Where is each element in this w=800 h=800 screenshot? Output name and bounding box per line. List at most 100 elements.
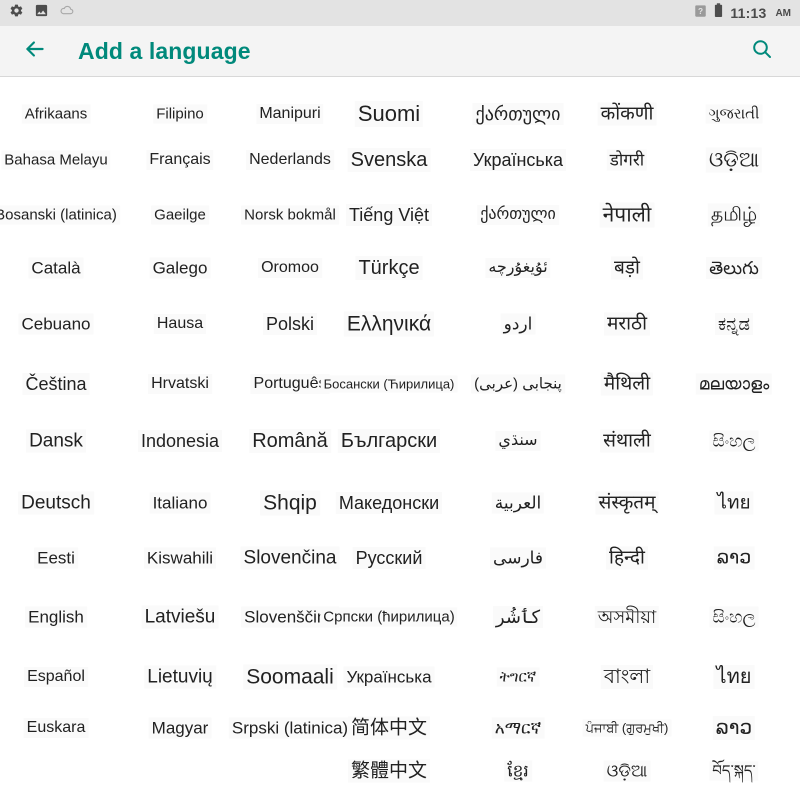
- language-list[interactable]: Afrikaans Bahasa Melayu Bosanski (latinica…: [0, 77, 800, 799]
- language-option[interactable]: ខ្មែរ: [504, 760, 532, 782]
- language-option[interactable]: اردو: [500, 313, 536, 335]
- language-option[interactable]: Srpski (latinica): [228, 717, 352, 739]
- language-option[interactable]: संथाली: [600, 429, 654, 453]
- unknown-signal-icon: ?: [694, 4, 707, 23]
- image-icon: [34, 3, 49, 23]
- language-option[interactable]: සිංහල: [709, 606, 759, 628]
- app-bar: Add a language: [0, 26, 800, 77]
- language-option[interactable]: Türkçe: [355, 256, 423, 280]
- language-option[interactable]: Босански (Ћирилица): [320, 375, 458, 393]
- language-option[interactable]: Català: [28, 257, 84, 279]
- language-option[interactable]: हिन्दी: [606, 546, 648, 570]
- language-option[interactable]: Polski: [262, 313, 318, 335]
- back-arrow-icon: [22, 36, 48, 67]
- language-option[interactable]: Deutsch: [18, 491, 94, 515]
- language-option[interactable]: فارسی: [490, 547, 546, 569]
- language-option[interactable]: Српски (ћирилица): [320, 607, 458, 627]
- cloud-icon: [59, 3, 74, 23]
- language-option[interactable]: Hausa: [153, 314, 207, 334]
- language-option[interactable]: ትግርኛ: [496, 667, 540, 687]
- language-option[interactable]: العربية: [491, 492, 545, 514]
- language-option[interactable]: 简体中文: [347, 716, 431, 740]
- language-option[interactable]: ລາວ: [713, 546, 755, 570]
- language-option[interactable]: नेपाली: [599, 202, 655, 228]
- language-option[interactable]: ਪੰਜਾਬੀ (ਗੁਰਮੁਖੀ): [582, 719, 672, 737]
- language-option[interactable]: Galego: [149, 257, 211, 279]
- language-option[interactable]: Română: [249, 429, 331, 453]
- language-option[interactable]: Ελληνικά: [343, 311, 435, 337]
- language-option[interactable]: कोंकणी: [597, 102, 657, 126]
- search-icon: [750, 37, 774, 66]
- page-title: Add a language: [78, 37, 251, 64]
- language-option[interactable]: বাংলা: [600, 665, 654, 689]
- language-option[interactable]: Oromoo: [258, 258, 322, 278]
- language-option[interactable]: Português: [250, 374, 330, 394]
- language-option[interactable]: Kiswahili: [143, 547, 217, 569]
- language-option[interactable]: Bosanski (latinica): [0, 205, 120, 225]
- language-option[interactable]: Español: [24, 667, 88, 687]
- language-option[interactable]: తెలుగు: [706, 257, 762, 279]
- language-option[interactable]: ქართული: [477, 205, 559, 225]
- language-option[interactable]: ไทย: [713, 665, 755, 689]
- language-option[interactable]: English: [25, 606, 87, 628]
- language-option[interactable]: བོད་སྐད་: [709, 761, 759, 781]
- language-option[interactable]: አማርኛ: [491, 717, 545, 739]
- language-option[interactable]: Shqip: [260, 490, 320, 516]
- language-option[interactable]: Русский: [352, 547, 426, 569]
- language-option[interactable]: മലയാളം: [695, 373, 773, 395]
- language-option[interactable]: Čeština: [22, 373, 90, 395]
- status-bar-right-icons: ? 11:13 AM: [694, 3, 791, 23]
- language-option[interactable]: Norsk bokmål: [241, 205, 339, 225]
- language-option[interactable]: Tiếng Việt: [345, 204, 433, 226]
- language-option[interactable]: 繁體中文: [347, 759, 431, 783]
- language-option[interactable]: پنجابی (عربی): [471, 374, 565, 394]
- language-option[interactable]: Latviešu: [141, 605, 219, 629]
- language-option[interactable]: Soomaali: [243, 664, 337, 690]
- back-button[interactable]: [18, 34, 52, 68]
- language-option[interactable]: ಕನ್ನಡ: [714, 313, 754, 335]
- status-bar: ? 11:13 AM: [0, 0, 800, 26]
- language-option[interactable]: தமிழ்: [707, 203, 761, 227]
- language-option[interactable]: Dansk: [26, 429, 86, 453]
- settings-gear-icon: [9, 3, 24, 23]
- language-option[interactable]: ગુજરાતી: [705, 104, 763, 124]
- language-option[interactable]: Українська: [343, 666, 435, 688]
- language-option[interactable]: অসমীয়া: [594, 606, 660, 628]
- language-option[interactable]: Indonesia: [137, 430, 223, 452]
- language-option[interactable]: ລາວ: [712, 716, 756, 740]
- language-option[interactable]: Български: [337, 429, 441, 453]
- language-option[interactable]: Euskara: [23, 718, 89, 738]
- language-option[interactable]: Afrikaans: [21, 104, 91, 124]
- language-option[interactable]: ქართული: [472, 103, 564, 125]
- language-option[interactable]: ئۇيغۇرچە: [485, 258, 551, 278]
- language-option[interactable]: Svenska: [347, 148, 431, 172]
- language-option[interactable]: سنڌي: [495, 431, 541, 451]
- language-option[interactable]: ଓଡ଼ିଆ: [705, 147, 763, 173]
- language-option[interactable]: Italiano: [149, 492, 211, 514]
- language-option[interactable]: ଓଡ଼ିଆ: [603, 760, 651, 782]
- language-option[interactable]: Українська: [469, 149, 567, 171]
- language-option[interactable]: Bahasa Melayu: [1, 150, 111, 170]
- language-option[interactable]: Filipino: [153, 104, 207, 124]
- language-option[interactable]: Cebuano: [18, 313, 94, 335]
- language-option[interactable]: Gaeilge: [151, 205, 209, 225]
- language-option[interactable]: Suomi: [354, 101, 424, 127]
- language-option[interactable]: Slovenčina: [240, 546, 340, 570]
- language-option[interactable]: Eesti: [34, 547, 78, 569]
- language-option[interactable]: Hrvatski: [148, 374, 212, 394]
- language-option[interactable]: Manipuri: [256, 104, 324, 124]
- language-option[interactable]: Lietuvių: [144, 665, 216, 689]
- language-option[interactable]: डोगरी: [606, 149, 648, 171]
- language-option[interactable]: Français: [146, 150, 214, 170]
- language-option[interactable]: Македонски: [335, 492, 443, 514]
- language-option[interactable]: Magyar: [148, 717, 212, 739]
- search-button[interactable]: [745, 34, 779, 68]
- language-option[interactable]: کٲشُر: [492, 606, 544, 628]
- language-option[interactable]: Nederlands: [246, 150, 334, 170]
- language-option[interactable]: संस्कृतम्: [595, 491, 659, 515]
- language-option[interactable]: සිංහල: [709, 430, 759, 452]
- language-option[interactable]: बड़ो: [611, 256, 643, 280]
- language-option[interactable]: मराठी: [603, 312, 651, 336]
- language-option[interactable]: मैथिली: [600, 372, 654, 396]
- language-option[interactable]: ไทย: [714, 491, 754, 515]
